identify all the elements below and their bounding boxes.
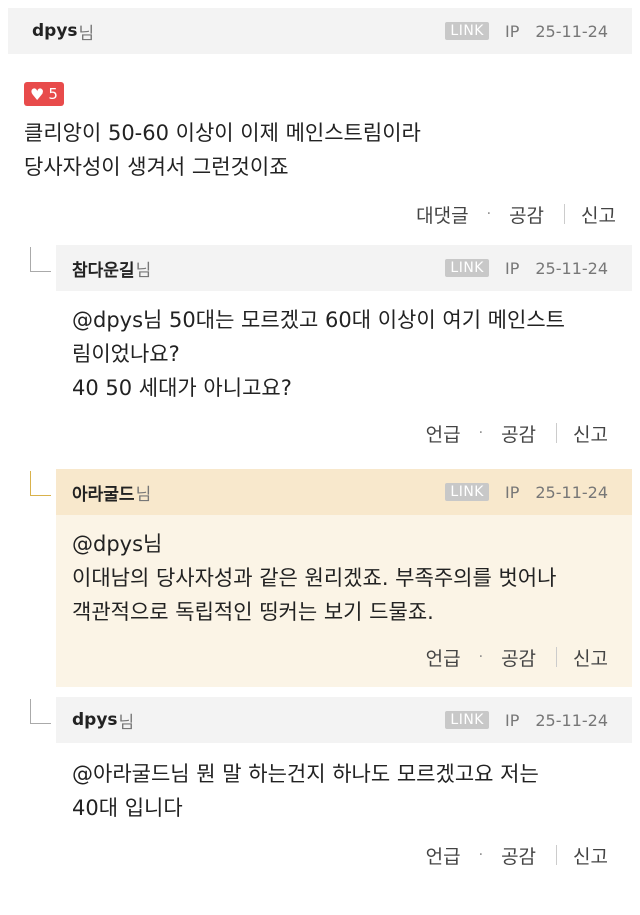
comment-line: 당사자성이 생겨서 그런것이죠 bbox=[24, 155, 289, 179]
comment-header: 참다운길 님 LINK IP 25-11-24 bbox=[56, 245, 632, 291]
ip-label: IP bbox=[505, 258, 520, 278]
separator-dot: · bbox=[478, 847, 484, 863]
author-nickname[interactable]: dpys bbox=[72, 710, 118, 730]
comment-body: @dpys님 50대는 모르겠고 60대 이상이 여기 메인스트 림이었나요? … bbox=[56, 291, 640, 405]
honorific: 님 bbox=[135, 484, 152, 505]
honorific: 님 bbox=[135, 260, 152, 281]
link-badge[interactable]: LINK bbox=[445, 259, 489, 277]
like-count: 5 bbox=[48, 85, 58, 103]
comment-line: 림이었나요? bbox=[72, 342, 180, 366]
highlight-box: 아라굴드 님 LINK IP 25-11-24 @dpys님 이대남의 당사자성과… bbox=[56, 469, 632, 687]
reply-indicator-icon bbox=[30, 471, 51, 496]
separator-dot: · bbox=[486, 206, 492, 222]
ip-label: IP bbox=[505, 482, 520, 502]
report-button[interactable]: 신고 bbox=[573, 420, 608, 447]
reply-comment-highlighted: 아라굴드 님 LINK IP 25-11-24 @dpys님 이대남의 당사자성과… bbox=[30, 469, 640, 687]
comment-body: 클리앙이 50-60 이상이 이제 메인스트림이라 당사자성이 생겨서 그런것이… bbox=[0, 106, 640, 184]
author-nickname[interactable]: 아라굴드 bbox=[72, 480, 135, 505]
divider bbox=[556, 423, 558, 443]
author-nickname[interactable]: 참다운길 bbox=[72, 256, 135, 281]
reply-comment: 참다운길 님 LINK IP 25-11-24 @dpys님 50대는 모르겠고 … bbox=[30, 245, 640, 453]
comment-line: 40 50 세대가 아니고요? bbox=[72, 376, 292, 400]
like-button[interactable]: 공감 bbox=[509, 201, 544, 228]
link-badge[interactable]: LINK bbox=[445, 483, 489, 501]
comment-line: 객관적으로 독립적인 띵커는 보기 드물죠. bbox=[72, 600, 434, 624]
honorific: 님 bbox=[118, 712, 135, 733]
separator-dot: · bbox=[478, 425, 484, 441]
reply-indicator-icon bbox=[30, 247, 51, 272]
comment-date: 25-11-24 bbox=[535, 710, 608, 730]
ip-label: IP bbox=[505, 21, 520, 41]
comment-meta: LINK IP 25-11-24 bbox=[445, 483, 608, 502]
comment-actions: 언급 · 공감 신고 bbox=[56, 637, 632, 677]
divider bbox=[564, 204, 566, 224]
comment-date: 25-11-24 bbox=[535, 21, 608, 41]
comment-meta: LINK IP 25-11-24 bbox=[445, 22, 608, 41]
like-button[interactable]: 공감 bbox=[501, 420, 536, 447]
reply-comment: dpys 님 LINK IP 25-11-24 @아라굴드님 뭔 말 하는건지 하… bbox=[30, 697, 640, 875]
report-button[interactable]: 신고 bbox=[573, 644, 608, 671]
comment: dpys 님 LINK IP 25-11-24 ♥ 5 클리앙이 50-60 이상이… bbox=[0, 8, 640, 234]
comment-line: 40대 입니다 bbox=[72, 796, 183, 820]
comment-meta: LINK IP 25-11-24 bbox=[445, 259, 608, 278]
comment-actions: 언급 · 공감 신고 bbox=[56, 835, 640, 875]
mention-button[interactable]: 언급 bbox=[426, 420, 461, 447]
link-badge[interactable]: LINK bbox=[445, 22, 489, 40]
comment-header: dpys 님 LINK IP 25-11-24 bbox=[56, 697, 632, 743]
heart-icon: ♥ bbox=[30, 84, 45, 104]
like-button[interactable]: 공감 bbox=[501, 644, 536, 671]
comment-line: @dpys님 bbox=[72, 532, 163, 556]
comment-header: 아라굴드 님 LINK IP 25-11-24 bbox=[56, 469, 632, 515]
like-button[interactable]: 공감 bbox=[501, 842, 536, 869]
comment-line: 클리앙이 50-60 이상이 이제 메인스트림이라 bbox=[24, 121, 421, 145]
comment-line: 이대남의 당사자성과 같은 원리겠죠. 부족주의를 벗어나 bbox=[72, 566, 557, 590]
comment-body: @dpys님 이대남의 당사자성과 같은 원리겠죠. 부족주의를 벗어나 객관적… bbox=[56, 515, 632, 629]
comment-actions: 대댓글 · 공감 신고 bbox=[0, 194, 640, 234]
comment-meta: LINK IP 25-11-24 bbox=[445, 711, 608, 730]
divider bbox=[556, 845, 558, 865]
like-count-badge: ♥ 5 bbox=[24, 82, 64, 106]
comment-header: dpys 님 LINK IP 25-11-24 bbox=[8, 8, 632, 54]
comment-line: @아라굴드님 뭔 말 하는건지 하나도 모르겠고요 저는 bbox=[72, 762, 539, 786]
report-button[interactable]: 신고 bbox=[573, 842, 608, 869]
comment-body: @아라굴드님 뭔 말 하는건지 하나도 모르겠고요 저는 40대 입니다 bbox=[56, 743, 640, 825]
comment-date: 25-11-24 bbox=[535, 258, 608, 278]
honorific: 님 bbox=[78, 23, 95, 44]
link-badge[interactable]: LINK bbox=[445, 711, 489, 729]
reply-indicator-icon bbox=[30, 699, 51, 724]
report-button[interactable]: 신고 bbox=[581, 201, 616, 228]
comment-date: 25-11-24 bbox=[535, 482, 608, 502]
comment-line: @dpys님 50대는 모르겠고 60대 이상이 여기 메인스트 bbox=[72, 308, 565, 332]
mention-button[interactable]: 언급 bbox=[426, 842, 461, 869]
divider bbox=[556, 647, 558, 667]
separator-dot: · bbox=[478, 649, 484, 665]
author-nickname[interactable]: dpys bbox=[32, 21, 78, 41]
ip-label: IP bbox=[505, 710, 520, 730]
comment-actions: 언급 · 공감 신고 bbox=[56, 413, 640, 453]
reply-button[interactable]: 대댓글 bbox=[416, 201, 468, 228]
mention-button[interactable]: 언급 bbox=[426, 644, 461, 671]
